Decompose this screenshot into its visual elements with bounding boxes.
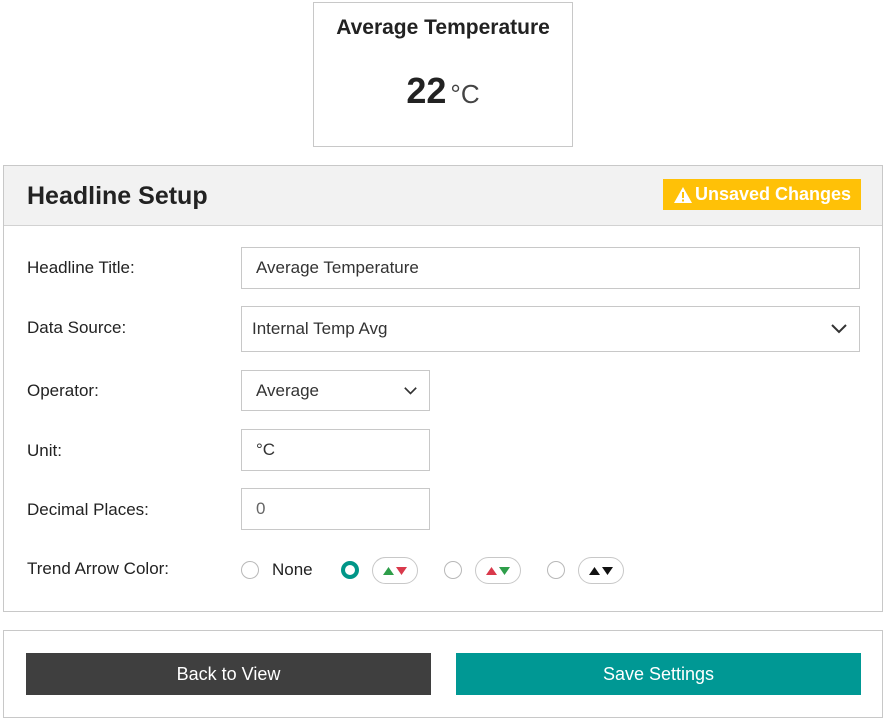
unit-input[interactable]: °C (241, 429, 430, 471)
headline-setup-panel: Headline Setup Unsaved Changes Headline … (3, 165, 883, 612)
trend-none-label: None (272, 560, 313, 579)
arrow-down-icon (499, 566, 510, 575)
label-operator: Operator: (27, 381, 99, 400)
unsaved-changes-badge: Unsaved Changes (663, 179, 861, 210)
data-source-select[interactable]: Internal Temp Avg (241, 306, 860, 352)
arrow-up-icon (486, 566, 497, 575)
label-unit: Unit: (27, 441, 62, 460)
setup-header: Headline Setup Unsaved Changes (4, 166, 882, 226)
trend-radio-green-up-red-down[interactable] (341, 561, 359, 579)
arrow-up-icon (589, 566, 600, 575)
arrow-down-icon (396, 566, 407, 575)
arrow-down-icon (602, 566, 613, 575)
label-decimal-places: Decimal Places: (27, 500, 149, 519)
setup-title: Headline Setup (27, 182, 208, 210)
operator-select[interactable]: Average (241, 370, 430, 411)
save-settings-button[interactable]: Save Settings (456, 653, 861, 695)
trend-radio-black[interactable] (547, 561, 565, 579)
preview-title: Average Temperature (336, 16, 550, 39)
trend-pill-green-up-red-down[interactable] (372, 557, 418, 584)
decimal-places-input[interactable]: 0 (241, 488, 430, 530)
label-data-source: Data Source: (27, 318, 127, 337)
headline-title-input[interactable]: Average Temperature (241, 247, 860, 289)
headline-preview-card: Average Temperature 22 °C (313, 2, 573, 147)
trend-pill-black[interactable] (578, 557, 624, 584)
warning-icon (673, 186, 692, 203)
trend-pill-red-up-green-down[interactable] (475, 557, 521, 584)
label-trend-arrow-color: Trend Arrow Color: (27, 559, 170, 578)
back-to-view-button[interactable]: Back to View (26, 653, 431, 695)
chevron-down-icon (404, 386, 417, 395)
operator-value: Average (256, 380, 320, 400)
arrow-up-icon (383, 566, 394, 575)
preview-value-row: 22 °C (314, 70, 572, 112)
trend-radio-red-up-green-down[interactable] (444, 561, 462, 579)
chevron-down-icon (831, 324, 847, 334)
unsaved-changes-label: Unsaved Changes (694, 184, 852, 204)
trend-radio-none[interactable] (241, 561, 259, 579)
label-headline-title: Headline Title: (27, 258, 135, 277)
footer-panel: Back to View Save Settings (3, 630, 883, 718)
preview-value: 22 (406, 70, 447, 111)
data-source-value: Internal Temp Avg (252, 319, 388, 338)
preview-unit: °C (450, 79, 480, 109)
